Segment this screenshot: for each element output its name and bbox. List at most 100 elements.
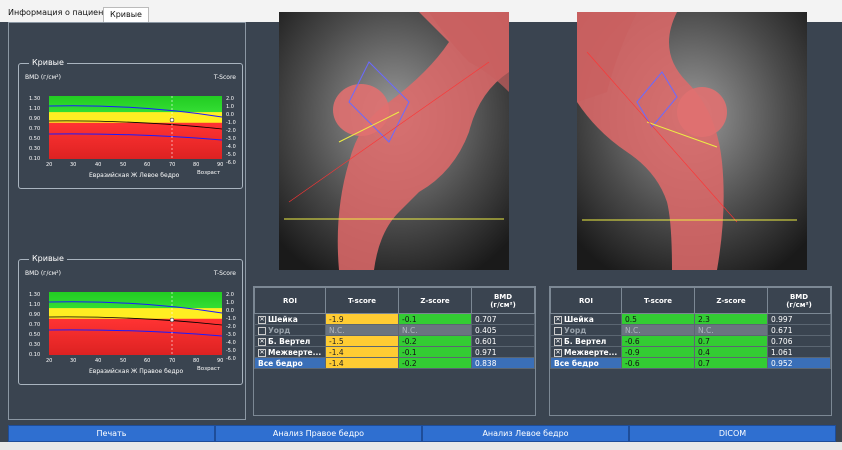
xticks-group: 20 30 40 50 60 70 80 90 [46,358,223,364]
ytick-label: 0.30 [29,146,40,152]
table-row[interactable]: Уорд N.C. N.C. 0.405 [254,324,535,336]
roi-cell: Все бедро [254,357,326,369]
xtick-label: 70 [169,162,175,168]
ytick-label-right: -3.0 [226,136,236,142]
ytick-label-right: -6.0 [226,160,236,166]
tab-curves[interactable]: Кривые [103,7,149,22]
xtick-label: 80 [193,162,199,168]
ytick-label-right: -5.0 [226,152,236,158]
chart-caption: Евразийская Ж Левое бедро [89,172,180,179]
bmd-curve-chart-right: 1.30 1.10 0.90 0.70 0.50 0.30 0.10 2.0 1… [29,292,236,375]
col-zscore: Z-score [398,287,472,314]
table-row[interactable]: Уорд N.C. N.C. 0.671 [550,324,831,336]
roi-label: Уорд [564,325,587,335]
bmd-cell: 1.061 [767,346,831,358]
ytick-label: 0.10 [29,352,40,358]
chart-group-left: Кривые BMD (г/см²) T-Score 1.30 1.10 0.9… [18,58,243,189]
roi-label: Все бедро [258,358,303,368]
ytick-label-right: -2.0 [226,128,236,134]
roi-checkbox[interactable] [258,326,266,335]
xtick-label: 70 [169,358,175,364]
table-row[interactable]: ✕ Б. Вертел -1.5 -0.2 0.601 [254,335,535,347]
roi-label: Уорд [268,325,291,335]
xray-image-left[interactable] [279,12,509,270]
ytick-label-right: -3.0 [226,332,236,338]
ytick-label: 0.90 [29,116,40,122]
ytick-label-right: -4.0 [226,340,236,346]
ytick-label-right: 2.0 [226,292,234,298]
patient-point [169,117,175,123]
col-bmd: BMD (г/см²) [767,287,831,314]
chart-caption: Евразийская Ж Правое бедро [89,368,183,375]
bmd-cell: 0.952 [767,357,831,369]
tab-patient-info[interactable]: Информация о пациенте [8,6,113,20]
xray-image-right[interactable] [577,12,807,270]
curves-panel: Кривые BMD (г/см²) T-Score 1.30 1.10 0.9… [8,22,246,420]
xtick-label: 60 [144,358,150,364]
table-body-right: ✕ Шейка 0.5 2.3 0.997 Уорд N.C. N.C. 0.671 ✕ Б. Ве… [550,313,831,369]
roi-checkbox[interactable]: ✕ [554,337,562,346]
ytick-label: 0.90 [29,312,40,318]
xtick-label: 20 [46,358,52,364]
roi-checkbox[interactable]: ✕ [258,337,266,346]
roi-cell: ✕ Межверте... [550,346,622,358]
table-row[interactable]: ✕ Шейка -1.9 -0.1 0.707 [254,313,535,325]
analyze-left-hip-button[interactable]: Анализ Левое бедро [422,425,629,442]
bmd-cell: 0.707 [471,313,535,325]
ytick-label: 0.50 [29,332,40,338]
analyze-right-hip-button[interactable]: Анализ Правое бедро [215,425,422,442]
tscore-cell: N.C. [325,324,399,336]
bmd-cell: 0.971 [471,346,535,358]
roi-checkbox[interactable]: ✕ [554,315,562,324]
tscore-cell: -1.4 [325,357,399,369]
ytick-label-right: 1.0 [226,300,234,306]
ytick-label-right: -5.0 [226,348,236,354]
xtick-label: 40 [95,162,101,168]
roi-label: Шейка [268,314,298,324]
roi-cell: Уорд [550,324,622,336]
ytick-label: 0.30 [29,342,40,348]
roi-label: Все бедро [554,358,599,368]
table-row[interactable]: ✕ Б. Вертел -0.6 0.7 0.706 [550,335,831,347]
zscore-cell: N.C. [398,324,472,336]
bmd-cell: 0.671 [767,324,831,336]
roi-checkbox[interactable]: ✕ [258,315,266,324]
table-row[interactable]: ✕ Межверте... -0.9 0.4 1.061 [550,346,831,358]
roi-checkbox[interactable] [554,326,562,335]
zscore-cell: -0.2 [398,335,472,347]
ytick-label: 1.10 [29,302,40,308]
tscore-cell: -0.6 [621,357,695,369]
roi-checkbox[interactable]: ✕ [554,348,562,357]
col-tscore: T-score [621,287,695,314]
table-row[interactable]: Все бедро -1.4 -0.2 0.838 [254,357,535,369]
bmd-cell: 0.997 [767,313,831,325]
xaxis-label: Возраст [197,170,221,176]
xaxis-label: Возраст [197,366,221,372]
ytick-label-right: 2.0 [226,96,234,102]
tscore-cell: -1.5 [325,335,399,347]
table-row[interactable]: ✕ Шейка 0.5 2.3 0.997 [550,313,831,325]
ytick-label-right: -4.0 [226,144,236,150]
zscore-cell: N.C. [694,324,768,336]
xtick-label: 50 [120,358,126,364]
tscore-cell: -0.9 [621,346,695,358]
col-tscore: T-score [325,287,399,314]
roi-cell: ✕ Шейка [254,313,326,325]
ytick-label: 1.30 [29,96,40,102]
xtick-label: 90 [217,358,223,364]
xtick-label: 30 [70,358,76,364]
tscore-cell: -1.9 [325,313,399,325]
table-row[interactable]: Все бедро -0.6 0.7 0.952 [550,357,831,369]
tscore-cell: 0.5 [621,313,695,325]
ytick-label-right: 0.0 [226,112,234,118]
bmd-cell: 0.706 [767,335,831,347]
dicom-button[interactable]: DICOM [629,425,836,442]
roi-label: Шейка [564,314,594,324]
table-row[interactable]: ✕ Межверте... -1.4 -0.1 0.971 [254,346,535,358]
print-button[interactable]: Печать [8,425,215,442]
ytick-label-right: -1.0 [226,120,236,126]
roi-checkbox[interactable]: ✕ [258,348,266,357]
ytick-label-right: 0.0 [226,308,234,314]
roi-cell: ✕ Межверте... [254,346,326,358]
roi-cell: ✕ Б. Вертел [550,335,622,347]
